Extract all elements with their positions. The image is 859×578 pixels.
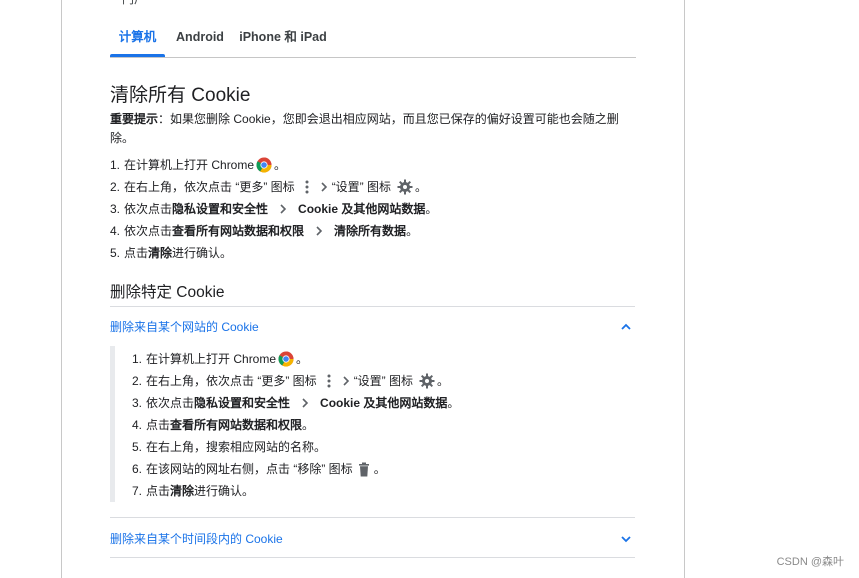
note-label: 重要提示 [110, 112, 159, 126]
chevron-right-icon [316, 226, 323, 236]
chrome-icon [278, 351, 294, 367]
clear-all-steps: 1. 在计算机上打开 Chrome 。 2. 在右上角，依次点击 “更多” 图标… [110, 154, 437, 264]
list-item: 3. 依次点击 隐私设置和安全性 Cookie 及其他网站数据。 [132, 396, 460, 410]
list-item: 3. 依次点击 隐私设置和安全性 Cookie 及其他网站数据。 [110, 202, 438, 216]
note-text: ：如果您删除 Cookie，您即会退出相应网站，而且您已保存的偏好设置可能也会随… [110, 112, 619, 145]
section-title-clear-all: 清除所有 Cookie [110, 85, 251, 106]
top-cut-text: 门户 [122, 0, 146, 7]
tab-computer[interactable]: 计算机 [110, 26, 165, 57]
list-item: 5. 在右上角，搜索相应网站的名称。 [132, 440, 327, 454]
chevron-up-icon[interactable] [619, 320, 633, 334]
chevron-right-icon [302, 398, 309, 408]
list-item: 1. 在计算机上打开 Chrome 。 [110, 157, 287, 173]
list-item: 2. 在右上角，依次点击 “更多” 图标 “设置” 图标 。 [132, 373, 450, 389]
chevron-right-icon [321, 182, 327, 192]
section-title-delete-specific: 删除特定 Cookie [110, 284, 225, 301]
accordion-timerange-cookies[interactable]: 删除来自某个时间段内的 Cookie [110, 530, 283, 547]
chrome-icon [256, 157, 272, 173]
chevron-down-icon[interactable] [619, 532, 633, 546]
list-item: 7. 点击 清除 进行确认。 [132, 484, 255, 498]
gear-icon [397, 179, 413, 195]
chevron-right-icon [343, 376, 349, 386]
list-item: 2. 在右上角，依次点击 “更多” 图标 “设置” 图标 。 [110, 179, 428, 195]
divider [110, 557, 635, 558]
trash-icon [358, 462, 369, 476]
accordion-site-cookies[interactable]: 删除来自某个网站的 Cookie [110, 318, 259, 335]
list-item: 4. 点击 查看所有网站数据和权限。 [132, 418, 315, 432]
more-vert-icon [305, 180, 309, 194]
list-item: 1. 在计算机上打开 Chrome 。 [132, 351, 309, 367]
accordion-content-bar [110, 346, 115, 502]
tab-iphone-ipad[interactable]: iPhone 和 iPad [238, 26, 328, 56]
divider [110, 517, 635, 518]
important-note: 重要提示：如果您删除 Cookie，您即会退出相应网站，而且您已保存的偏好设置可… [110, 110, 630, 148]
list-item: 4. 依次点击 查看所有网站数据和权限 清除所有数据。 [110, 224, 419, 238]
list-item: 5. 点击 清除 进行确认。 [110, 246, 233, 260]
list-item: 6. 在该网站的网址右侧，点击 “移除” 图标 。 [132, 462, 386, 476]
more-vert-icon [327, 374, 331, 388]
divider [110, 306, 635, 307]
watermark: CSDN @森叶 [776, 556, 844, 568]
tab-android[interactable]: Android [172, 26, 228, 56]
chevron-right-icon [280, 204, 287, 214]
gear-icon [419, 373, 435, 389]
platform-tabs: 计算机 Android iPhone 和 iPad [110, 26, 636, 58]
site-cookie-steps: 1. 在计算机上打开 Chrome 。 2. 在右上角，依次点击 “更多” 图标… [132, 348, 459, 502]
